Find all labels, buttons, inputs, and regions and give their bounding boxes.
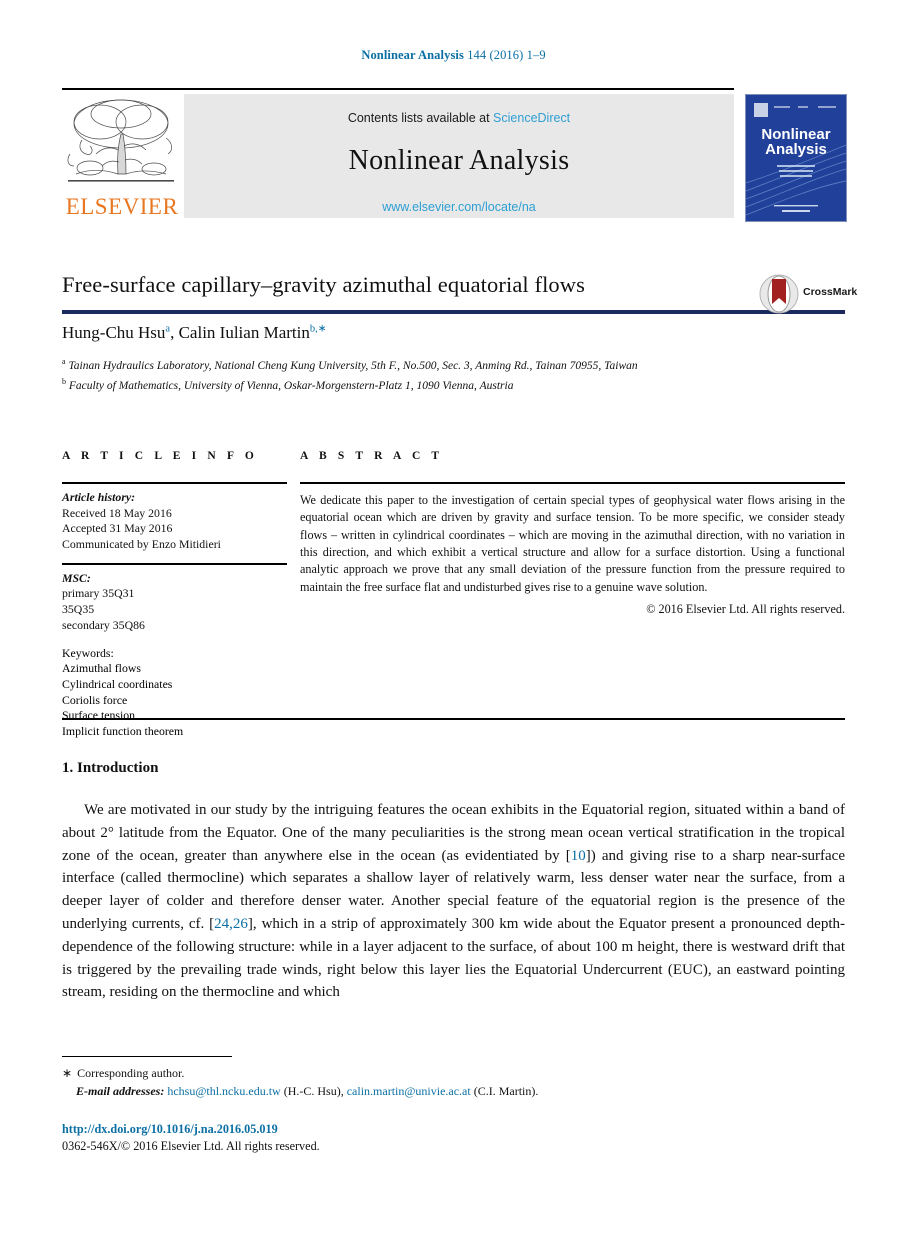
- email-link-2[interactable]: calin.martin@univie.ac.at: [347, 1084, 471, 1098]
- keyword-item: Surface tension: [62, 708, 136, 723]
- article-info-heading: A R T I C L E I N F O: [62, 450, 258, 462]
- content-separator-rule: [62, 718, 845, 720]
- section-heading-introduction: 1. Introduction: [62, 760, 159, 776]
- msc-divider-rule: [62, 562, 287, 565]
- affiliation-a-marker: a: [62, 356, 66, 366]
- footnote-rule: [62, 1056, 232, 1057]
- affiliation-b: b Faculty of Mathematics, University of …: [62, 377, 845, 394]
- contents-prefix: Contents lists available at: [347, 111, 490, 125]
- contents-available-line: Contents lists available at ScienceDirec…: [184, 94, 734, 125]
- corresponding-author-text: Corresponding author.: [77, 1066, 185, 1080]
- email-addresses-line: E-mail addresses: hchsu@thl.ncku.edu.tw …: [76, 1082, 845, 1100]
- affiliation-b-marker: b: [62, 377, 66, 386]
- running-head: Nonlinear Analysis 144 (2016) 1–9: [0, 48, 907, 63]
- keyword-item: Azimuthal flows: [62, 661, 141, 676]
- elsevier-tree-icon: [67, 99, 174, 182]
- svg-text:Analysis: Analysis: [765, 141, 827, 158]
- email-link-1[interactable]: hchsu@thl.ncku.edu.tw: [167, 1084, 280, 1098]
- affiliation-a-text: Tainan Hydraulics Laboratory, National C…: [68, 359, 638, 372]
- abstract-rule: [300, 482, 845, 484]
- keyword-item: Coriolis force: [62, 692, 128, 707]
- email-owner-1: (H.-C. Hsu),: [283, 1084, 344, 1098]
- title-block: Free-surface capillary–gravity azimuthal…: [62, 272, 857, 394]
- abstract-text: We dedicate this paper to the investigat…: [300, 493, 845, 594]
- abstract-copyright: © 2016 Elsevier Ltd. All rights reserved…: [646, 601, 845, 616]
- doi-link[interactable]: http://dx.doi.org/10.1016/j.na.2016.05.0…: [62, 1122, 278, 1137]
- article-info-rule: [62, 482, 287, 484]
- affiliation-a: a Tainan Hydraulics Laboratory, National…: [62, 357, 845, 374]
- article-history-item: Communicated by Enzo Mitidieri: [62, 537, 221, 552]
- journal-article-page: Nonlinear Analysis 144 (2016) 1–9 ELSEVI…: [0, 0, 907, 1238]
- article-title: Free-surface capillary–gravity azimuthal…: [62, 272, 585, 297]
- article-history-item: Accepted 31 May 2016: [62, 521, 173, 536]
- keywords-block: Keywords: Azimuthal flows Cylindrical co…: [62, 646, 287, 740]
- citation-ref-10[interactable]: 10: [571, 848, 586, 864]
- author-list: Hung-Chu Hsua, Calin Iulian Martinb,∗: [62, 322, 845, 343]
- msc-item: 35Q35: [62, 602, 95, 617]
- journal-banner: ELSEVIER Contents lists available at Sci…: [62, 88, 847, 314]
- page-footer: ∗ Corresponding author. E-mail addresses:…: [62, 1056, 845, 1100]
- keyword-item: Cylindrical coordinates: [62, 676, 173, 691]
- banner-center-panel: Contents lists available at ScienceDirec…: [184, 94, 734, 218]
- journal-homepage-link[interactable]: www.elsevier.com/locate/na: [184, 200, 734, 214]
- msc-label: MSC:: [62, 570, 91, 585]
- crossmark-label: CrossMark: [803, 286, 858, 298]
- keyword-item: Implicit function theorem: [62, 723, 184, 738]
- sciencedirect-link[interactable]: ScienceDirect: [493, 111, 570, 125]
- affiliation-b-text: Faculty of Mathematics, University of Vi…: [68, 379, 514, 392]
- running-head-journal: Nonlinear Analysis: [361, 48, 464, 62]
- journal-cover-thumbnail[interactable]: Nonlinear Analysis: [745, 94, 847, 222]
- citation-ref-24-26[interactable]: 24,26: [214, 916, 248, 932]
- running-head-citation: 144 (2016) 1–9: [467, 48, 546, 62]
- crossmark-icon: [759, 274, 799, 314]
- body-section: 1. Introduction We are motivated in our …: [62, 760, 845, 1004]
- keywords-label: Keywords:: [62, 645, 114, 660]
- introduction-paragraph: We are motivated in our study by the int…: [62, 799, 845, 1004]
- banner-journal-title: Nonlinear Analysis: [348, 145, 570, 176]
- email-label: E-mail addresses:: [76, 1084, 165, 1098]
- article-info-column: A R T I C L E I N F O Article history: R…: [62, 450, 287, 740]
- msc-item: primary 35Q31: [62, 586, 135, 601]
- email-owner-2: (C.I. Martin).: [473, 1084, 539, 1098]
- msc-item: secondary 35Q86: [62, 617, 145, 632]
- elsevier-wordmark: ELSEVIER: [65, 194, 179, 219]
- crossmark-badge[interactable]: CrossMark: [759, 274, 857, 314]
- abstract-heading: A B S T R A C T: [300, 450, 444, 462]
- corresponding-author-note: ∗ Corresponding author. E-mail addresses:…: [62, 1064, 845, 1100]
- corresponding-author-marker: ∗: [62, 1066, 73, 1080]
- issn-copyright-line: 0362-546X/© 2016 Elsevier Ltd. All right…: [62, 1139, 320, 1153]
- article-history-item: Received 18 May 2016: [62, 505, 172, 520]
- article-history-label: Article history:: [62, 490, 136, 504]
- abstract-column: A B S T R A C T We dedicate this paper t…: [300, 450, 845, 617]
- msc-block: MSC: primary 35Q31 35Q35 secondary 35Q86: [62, 571, 287, 634]
- author-names: Hung-Chu Hsua, Calin Iulian Martinb,∗: [62, 322, 327, 342]
- article-history-block: Article history: Received 18 May 2016 Ac…: [62, 490, 287, 553]
- cover-artwork: Nonlinear Analysis: [746, 95, 846, 221]
- elsevier-logo: ELSEVIER: [62, 94, 180, 218]
